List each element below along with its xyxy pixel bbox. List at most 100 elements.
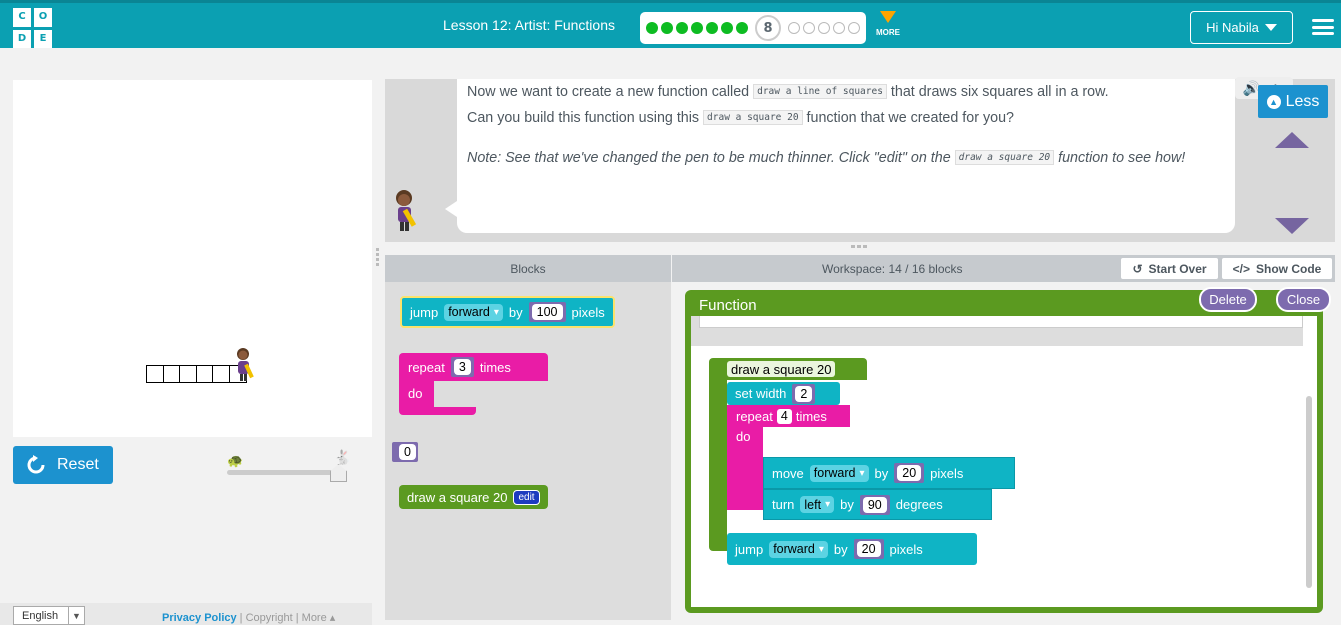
show-code-label: Show Code [1256, 261, 1322, 276]
block-label: move [772, 465, 804, 481]
scroll-down-icon[interactable] [1275, 218, 1309, 234]
upcoming-level-dot[interactable] [833, 22, 845, 34]
repeat-block[interactable]: repeat 3 times do [399, 353, 548, 415]
direction-dropdown[interactable]: forward [769, 540, 828, 558]
upcoming-level-dot[interactable] [803, 22, 815, 34]
block-label: by [874, 465, 889, 481]
completed-level-dot[interactable] [706, 22, 718, 34]
repeat-block-footer [434, 407, 476, 415]
speed-thumb[interactable] [330, 464, 347, 482]
number-field[interactable]: 100 [531, 304, 563, 320]
function-name-field[interactable]: draw a square 20 [727, 361, 836, 377]
number-field[interactable]: 90 [862, 496, 887, 513]
set-width-block[interactable]: set width 2 [727, 382, 840, 405]
block-label: by [833, 541, 848, 557]
instruction-text: function to see how! [1054, 150, 1186, 166]
instructions-panel: Now we want to create a new function cal… [385, 77, 1335, 242]
user-menu-button[interactable]: Hi Nabila [1190, 11, 1293, 44]
inline-code: draw a line of squares [753, 84, 887, 99]
upcoming-level-dot[interactable] [818, 22, 830, 34]
block-label: times [479, 359, 511, 375]
function-editor-canvas: draw a square 20 set width 2 repeat 4 ti… [691, 316, 1317, 607]
direction-dropdown[interactable]: forward [809, 464, 869, 482]
speed-slider[interactable]: 🐢 🐇 [222, 450, 354, 482]
block-label: draw a square 20 [407, 489, 508, 505]
footer: English ▼ Privacy Policy | Copyright | M… [0, 603, 372, 625]
repeat-block-header: repeat 3 times [399, 353, 548, 381]
logo-letter: C [13, 8, 31, 27]
completed-level-dot[interactable] [736, 22, 748, 34]
privacy-policy-link[interactable]: Privacy Policy [162, 612, 237, 624]
hamburger-menu-icon[interactable] [1312, 19, 1334, 35]
number-input-block: 100 [528, 302, 566, 322]
close-editor-button[interactable]: Close [1276, 287, 1331, 312]
artist-character-icon [396, 190, 417, 231]
copyright-link[interactable]: Copyright [246, 612, 293, 624]
function-call-block[interactable]: draw a square 20 edit [399, 485, 548, 509]
completed-level-dot[interactable] [661, 22, 673, 34]
block-label: jump [735, 541, 764, 557]
grippy-dot [863, 245, 867, 248]
upcoming-level-dot[interactable] [848, 22, 860, 34]
number-field[interactable]: 4 [776, 408, 792, 424]
more-levels-button[interactable]: MORE [872, 11, 904, 37]
artist-canvas [13, 80, 372, 437]
resize-grippy[interactable] [851, 245, 871, 249]
language-select[interactable]: English ▼ [13, 606, 85, 625]
editor-scrollbar[interactable] [1306, 396, 1312, 588]
logo-letter: E [34, 29, 52, 48]
number-field[interactable]: 3 [453, 359, 471, 375]
chevron-down-icon: ▼ [68, 607, 84, 624]
upcoming-level-dot[interactable] [788, 22, 800, 34]
completed-level-dot[interactable] [676, 22, 688, 34]
show-code-button[interactable]: </> Show Code [1222, 258, 1332, 279]
footer-more-link[interactable]: More ▴ [302, 612, 336, 624]
code-logo[interactable]: C O D E [13, 8, 53, 48]
artist-character-icon [237, 348, 254, 381]
instruction-note: Note: See that we've changed the pen to … [467, 145, 1225, 171]
edit-function-button[interactable]: edit [513, 489, 540, 505]
delete-function-button[interactable]: Delete [1199, 287, 1257, 312]
grippy-dot [376, 263, 379, 266]
code-icon: </> [1232, 261, 1250, 276]
completed-level-dot[interactable] [646, 22, 658, 34]
drawn-square [179, 365, 197, 383]
number-field[interactable]: 0 [399, 444, 416, 460]
logo-letter: O [34, 8, 52, 27]
instruction-text: Note: See that we've changed the pen to … [467, 150, 955, 166]
number-input-block: 3 [450, 357, 474, 377]
turn-block[interactable]: turn left by 90 degrees [763, 489, 992, 520]
less-button[interactable]: ▲ Less [1258, 85, 1328, 118]
completed-level-dot[interactable] [721, 22, 733, 34]
jump-block[interactable]: jump forward by 100 pixels [400, 296, 615, 328]
speed-track[interactable] [227, 470, 345, 475]
move-block[interactable]: move forward by 20 pixels [763, 457, 1015, 489]
block-label: turn [772, 497, 795, 512]
direction-dropdown[interactable]: forward [444, 303, 503, 321]
reset-label: Reset [57, 456, 99, 473]
number-field[interactable]: 2 [795, 385, 813, 402]
more-arrow-icon [880, 11, 896, 23]
toolbox: jump forward by 100 pixels repeat 3 time… [385, 282, 671, 620]
number-field[interactable]: 20 [856, 541, 881, 557]
block-label: pixels [889, 541, 923, 557]
repeat-do-label: do [727, 427, 763, 510]
number-block[interactable]: 0 [392, 442, 418, 462]
less-label: Less [1285, 92, 1320, 110]
grippy-dot [376, 248, 379, 251]
current-level-number[interactable]: 8 [755, 15, 781, 41]
resize-grippy[interactable] [376, 248, 380, 268]
completed-level-dot[interactable] [691, 22, 703, 34]
direction-dropdown[interactable]: left [800, 496, 835, 513]
lesson-title[interactable]: Lesson 12: Artist: Functions [443, 17, 615, 33]
jump-block[interactable]: jump forward by 20 pixels [727, 533, 977, 565]
inline-code: draw a square 20 [703, 110, 803, 125]
number-field[interactable]: 20 [897, 465, 922, 481]
start-over-button[interactable]: ↺ Start Over [1121, 258, 1218, 279]
function-description-input[interactable] [699, 316, 1303, 328]
user-greeting: Hi Nabila [1206, 20, 1259, 35]
block-label: by [840, 497, 854, 512]
reset-button[interactable]: Reset [13, 446, 113, 484]
number-input-block: 20 [894, 463, 925, 483]
scroll-up-icon[interactable] [1275, 132, 1309, 148]
